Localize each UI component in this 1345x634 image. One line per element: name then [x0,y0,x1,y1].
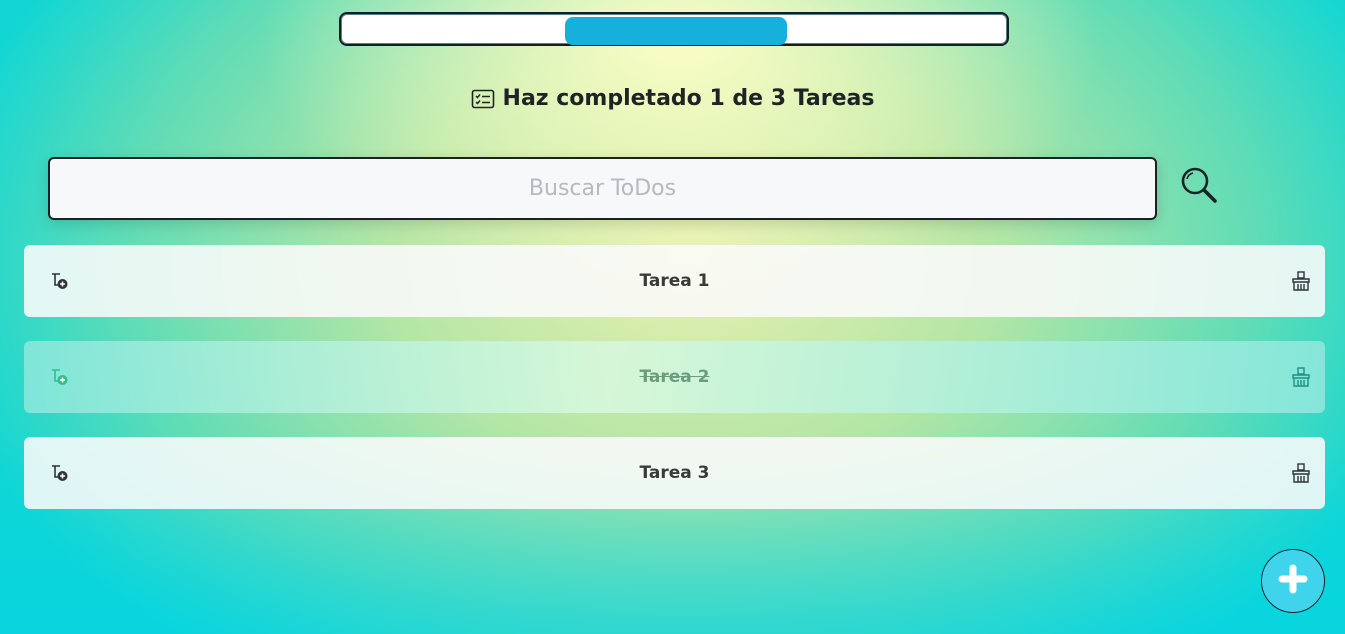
progress-bar [339,12,1009,46]
todo-text: Tarea 3 [639,463,710,483]
broom-icon[interactable] [1291,367,1311,387]
todo-text: Tarea 2 [639,367,710,387]
task-list-icon [471,89,495,109]
plus-icon [1278,564,1308,598]
search-icon [1178,167,1220,210]
broom-icon[interactable] [1291,271,1311,291]
todo-text: Tarea 1 [639,271,710,291]
progress-bar-fill [565,17,787,45]
search-input[interactable] [48,157,1157,220]
search-button[interactable] [1178,164,1220,206]
todo-counter: Haz completado 1 de 3 Tareas [0,86,1345,111]
add-todo-button[interactable] [1261,549,1325,613]
todo-item: Tarea 3 [24,437,1325,509]
todo-item: Tarea 2 [24,341,1325,413]
broom-icon[interactable] [1291,463,1311,483]
todo-item: Tarea 1 [24,245,1325,317]
todo-counter-text: Haz completado 1 de 3 Tareas [502,86,875,111]
